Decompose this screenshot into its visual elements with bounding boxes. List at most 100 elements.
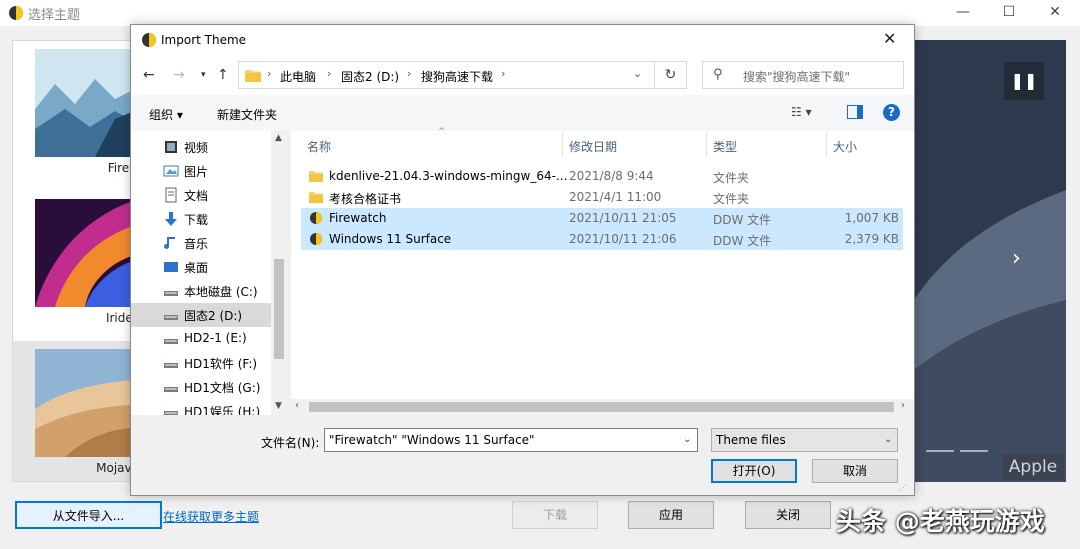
nav-item[interactable]: 桌面 (131, 255, 271, 279)
file-date: 2021/10/11 21:06 (569, 232, 677, 246)
music-icon (163, 235, 179, 251)
chevron-down-icon[interactable]: ⌄ (683, 434, 691, 445)
nav-item[interactable]: 文档 (131, 183, 271, 207)
file-type: 文件夹 (713, 171, 750, 185)
file-type-select[interactable]: Theme files ⌄ (711, 428, 898, 452)
refresh-button[interactable]: ↻ (655, 61, 687, 89)
open-button[interactable]: 打开(O) (711, 459, 797, 483)
theme-name: Mojave (96, 461, 139, 475)
vertical-scrollbar[interactable]: ▲ ▼ (271, 131, 287, 415)
nav-item[interactable]: 图片 (131, 159, 271, 183)
more-themes-link[interactable]: 在线获取更多主题 (163, 508, 259, 525)
nav-item-label: 音乐 (184, 237, 209, 251)
video-icon (163, 139, 179, 155)
nav-item[interactable]: 固态2 (D:) (131, 303, 271, 327)
scroll-down-icon[interactable]: ▼ (275, 401, 282, 411)
folder-icon (245, 70, 261, 82)
nav-item-label: 桌面 (184, 261, 209, 275)
breadcrumb-current-folder[interactable]: 搜狗高速下载 (421, 68, 493, 85)
drive-icon (163, 355, 179, 371)
nav-item[interactable]: HD1娱乐 (H:) (131, 399, 271, 415)
resize-grip-icon[interactable]: ⋰ (899, 483, 907, 492)
view-options-icon[interactable]: ☷ ▾ (791, 105, 812, 119)
column-label: 名称 (307, 140, 332, 154)
cancel-button[interactable]: 取消 (812, 459, 898, 483)
scroll-right-icon[interactable]: › (901, 400, 905, 411)
dialog-title-bar: Import Theme ✕ (131, 25, 914, 55)
back-arrow-icon[interactable]: ← (143, 67, 155, 83)
theme-item-iridescence[interactable]: Irides (13, 191, 141, 341)
preview-label: Apple (1002, 454, 1064, 480)
minimize-button[interactable]: — (940, 0, 986, 26)
preview-pane-icon[interactable] (847, 105, 863, 119)
file-date: 2021/8/8 9:44 (569, 169, 654, 183)
navigation-pane[interactable]: 视频 图片 文档 下载 音乐 桌面 本地磁盘 (C:) 固态2 (D:) HD2-1 (E:) H… (131, 131, 287, 415)
theme-item-firewatch[interactable]: Firew (13, 41, 141, 191)
nav-item[interactable]: HD2-1 (E:) (131, 327, 271, 351)
scroll-up-icon[interactable]: ▲ (275, 133, 282, 143)
close-button[interactable]: 关闭 (745, 501, 831, 529)
up-arrow-icon[interactable]: ↑ (217, 67, 229, 83)
scroll-left-icon[interactable]: ‹ (295, 400, 299, 411)
new-folder-button[interactable]: 新建文件夹 (217, 106, 277, 123)
breadcrumb-this-pc[interactable]: 此电脑 (280, 68, 316, 85)
horizontal-scrollbar[interactable]: ‹ › (291, 399, 914, 415)
theme-thumbnail (35, 49, 139, 157)
file-row[interactable]: Windows 11 Surface 2021/10/11 21:06 DDW 文件… (301, 229, 903, 250)
column-header-size[interactable]: 大小 (827, 131, 907, 157)
theme-thumbnail (35, 349, 139, 457)
nav-item[interactable]: 下载 (131, 207, 271, 231)
apply-button[interactable]: 应用 (628, 501, 714, 529)
theme-list[interactable]: Firew Irides Mojave (12, 40, 142, 482)
app-icon (142, 33, 156, 47)
breadcrumb-drive-d[interactable]: 固态2 (D:) (341, 68, 399, 85)
breadcrumb-separator-icon: › (407, 67, 412, 80)
scrollbar-thumb[interactable] (309, 402, 894, 412)
filename-input[interactable]: "Firewatch" "Windows 11 Surface" ⌄ (324, 428, 698, 452)
search-placeholder: 搜索"搜狗高速下载" (743, 70, 851, 84)
address-bar[interactable]: › 此电脑 › 固态2 (D:) › 搜狗高速下载 › ⌄ (238, 61, 655, 89)
dialog-title: Import Theme (161, 33, 247, 47)
nav-item[interactable]: 本地磁盘 (C:) (131, 279, 271, 303)
recent-locations-chevron-icon[interactable]: ▾ (201, 70, 206, 80)
import-from-file-button[interactable]: 从文件导入... (15, 501, 162, 529)
file-list[interactable]: ^ 名称 修改日期 类型 大小 kdenlive-21.04.3-windows… (291, 127, 914, 415)
breadcrumb-separator-icon: › (327, 67, 332, 80)
nav-item[interactable]: 视频 (131, 135, 271, 159)
pause-button[interactable]: ❚❚ (1004, 62, 1044, 100)
filename-label: 文件名(N): (261, 436, 320, 450)
theme-item-mojave[interactable]: Mojave (13, 341, 141, 481)
column-header-name[interactable]: ^ 名称 (301, 127, 563, 157)
dialog-close-icon[interactable]: ✕ (883, 29, 896, 48)
file-row[interactable]: Firewatch 2021/10/11 21:05 DDW 文件 1,007 KB (301, 208, 903, 229)
organize-menu-button[interactable]: 组织 ▾ (149, 106, 183, 123)
nav-item[interactable]: HD1文档 (G:) (131, 375, 271, 399)
close-window-button[interactable]: ✕ (1032, 0, 1078, 26)
file-name: 考核合格证书 (329, 192, 402, 206)
download-button[interactable]: 下载 (512, 501, 598, 529)
nav-item-label: HD1文档 (G:) (184, 381, 261, 395)
chevron-down-icon: ⌄ (884, 434, 893, 445)
next-arrow-icon[interactable]: › (1012, 246, 1021, 271)
nav-item[interactable]: HD1软件 (F:) (131, 351, 271, 375)
folder-icon (309, 169, 323, 183)
file-row[interactable]: 考核合格证书 2021/4/1 11:00 文件夹 (301, 187, 903, 208)
drive-icon (163, 331, 179, 347)
slide-indicator[interactable] (926, 450, 954, 452)
maximize-button[interactable]: ☐ (986, 0, 1032, 26)
theme-name: Firew (107, 161, 139, 175)
slide-indicator[interactable] (960, 450, 988, 452)
column-header-date[interactable]: 修改日期 (563, 131, 707, 157)
ddw-file-icon (309, 232, 323, 246)
nav-item[interactable]: 音乐 (131, 231, 271, 255)
picture-icon (163, 163, 179, 179)
address-dropdown-icon[interactable]: ⌄ (633, 67, 642, 80)
search-input[interactable]: ⚲ 搜索"搜狗高速下载" (702, 61, 904, 89)
scrollbar-thumb[interactable] (274, 259, 284, 359)
column-header-type[interactable]: 类型 (707, 131, 827, 157)
ddw-file-icon (309, 211, 323, 225)
help-icon[interactable]: ? (883, 104, 900, 121)
navigation-bar: ← → ▾ ↑ › 此电脑 › 固态2 (D:) › 搜狗高速下载 › ⌄ ↻ … (131, 55, 914, 95)
file-row[interactable]: kdenlive-21.04.3-windows-mingw_64-... 202… (301, 166, 903, 187)
forward-arrow-icon[interactable]: → (173, 67, 185, 83)
